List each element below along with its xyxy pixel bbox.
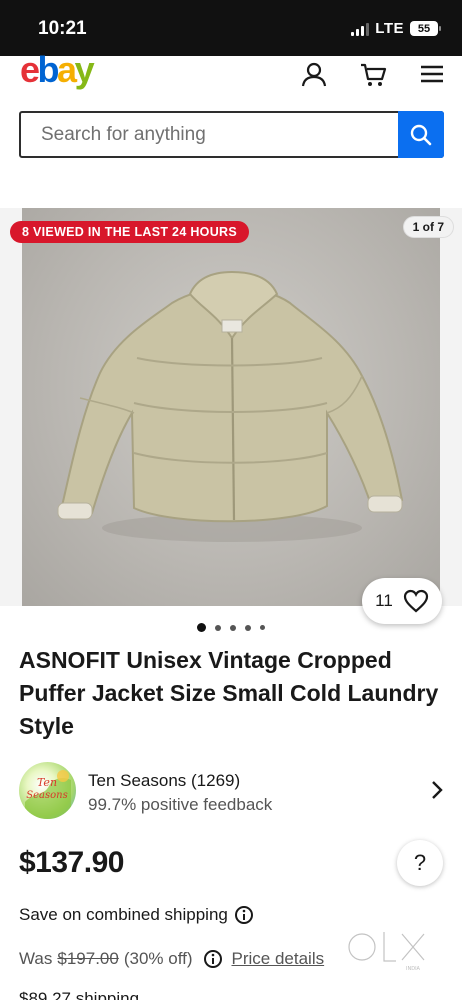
cart-icon[interactable] [359,60,387,88]
watch-count: 11 [375,591,393,610]
price-details-link[interactable]: Price details [232,949,325,969]
image-gallery[interactable]: 8 VIEWED IN THE LAST 24 HOURS 1 of 7 [0,208,462,606]
search-input[interactable] [21,113,398,156]
views-badge: 8 VIEWED IN THE LAST 24 HOURS [10,221,249,243]
seller-card[interactable]: Ten Seasons Ten Seasons (1269) 99.7% pos… [19,762,444,820]
user-icon[interactable] [300,60,328,88]
discount: (30% off) [123,949,193,968]
network-label: LTE [375,20,404,37]
chevron-right-icon[interactable] [430,780,444,800]
info-icon[interactable] [234,905,254,925]
seller-logo: Ten Seasons [25,770,71,819]
seller-feedback: 99.7% positive feedback [88,795,273,814]
svg-text:INDIA: INDIA [406,966,421,972]
listing-title: ASNOFIT Unisex Vintage Cropped Puffer Ja… [19,647,439,739]
product-image[interactable] [22,208,440,606]
carousel-dot[interactable] [230,624,236,631]
carousel-dot[interactable] [197,623,206,632]
olx-watermark: INDIA [346,931,426,972]
search-bar [19,111,444,158]
item-price: $137.90 [19,846,124,879]
image-counter: 1 of 7 [403,217,453,237]
status-time: 10:21 [38,18,87,39]
battery-icon: 55 [410,21,441,36]
menu-icon[interactable] [419,60,447,88]
watch-button[interactable]: 11 [362,578,442,624]
ebay-logo[interactable]: ebay [20,52,95,88]
signal-icon [351,22,370,36]
status-indicators: LTE 55 [351,20,441,37]
svg-text:Ten: Ten [37,776,57,789]
was-price: $197.00 [57,949,119,968]
shipping-cost: $89.27 shipping [19,989,140,1000]
status-bar: 10:21 LTE 55 [0,0,462,56]
carousel-dots[interactable] [0,623,462,632]
jacket-photo [57,270,404,542]
search-button[interactable] [398,111,444,158]
carousel-dot[interactable] [260,625,265,630]
was-label: Was [19,949,53,968]
help-button[interactable]: ? [397,840,443,886]
combined-shipping: Save on combined shipping [19,905,254,925]
heart-icon [403,589,428,613]
carousel-dot[interactable] [215,624,221,631]
battery-level: 55 [417,22,431,35]
seller-avatar[interactable]: Ten Seasons [19,762,76,819]
was-price-row: Was $197.00 (30% off) Price details [19,949,324,969]
carousel-dot[interactable] [245,624,251,631]
svg-text:Seasons: Seasons [26,790,67,801]
seller-name[interactable]: Ten Seasons (1269) [88,771,240,791]
search-icon [410,124,432,145]
combined-shipping-label: Save on combined shipping [19,905,228,924]
info-icon[interactable] [203,949,223,969]
app-header: ebay [0,52,462,96]
